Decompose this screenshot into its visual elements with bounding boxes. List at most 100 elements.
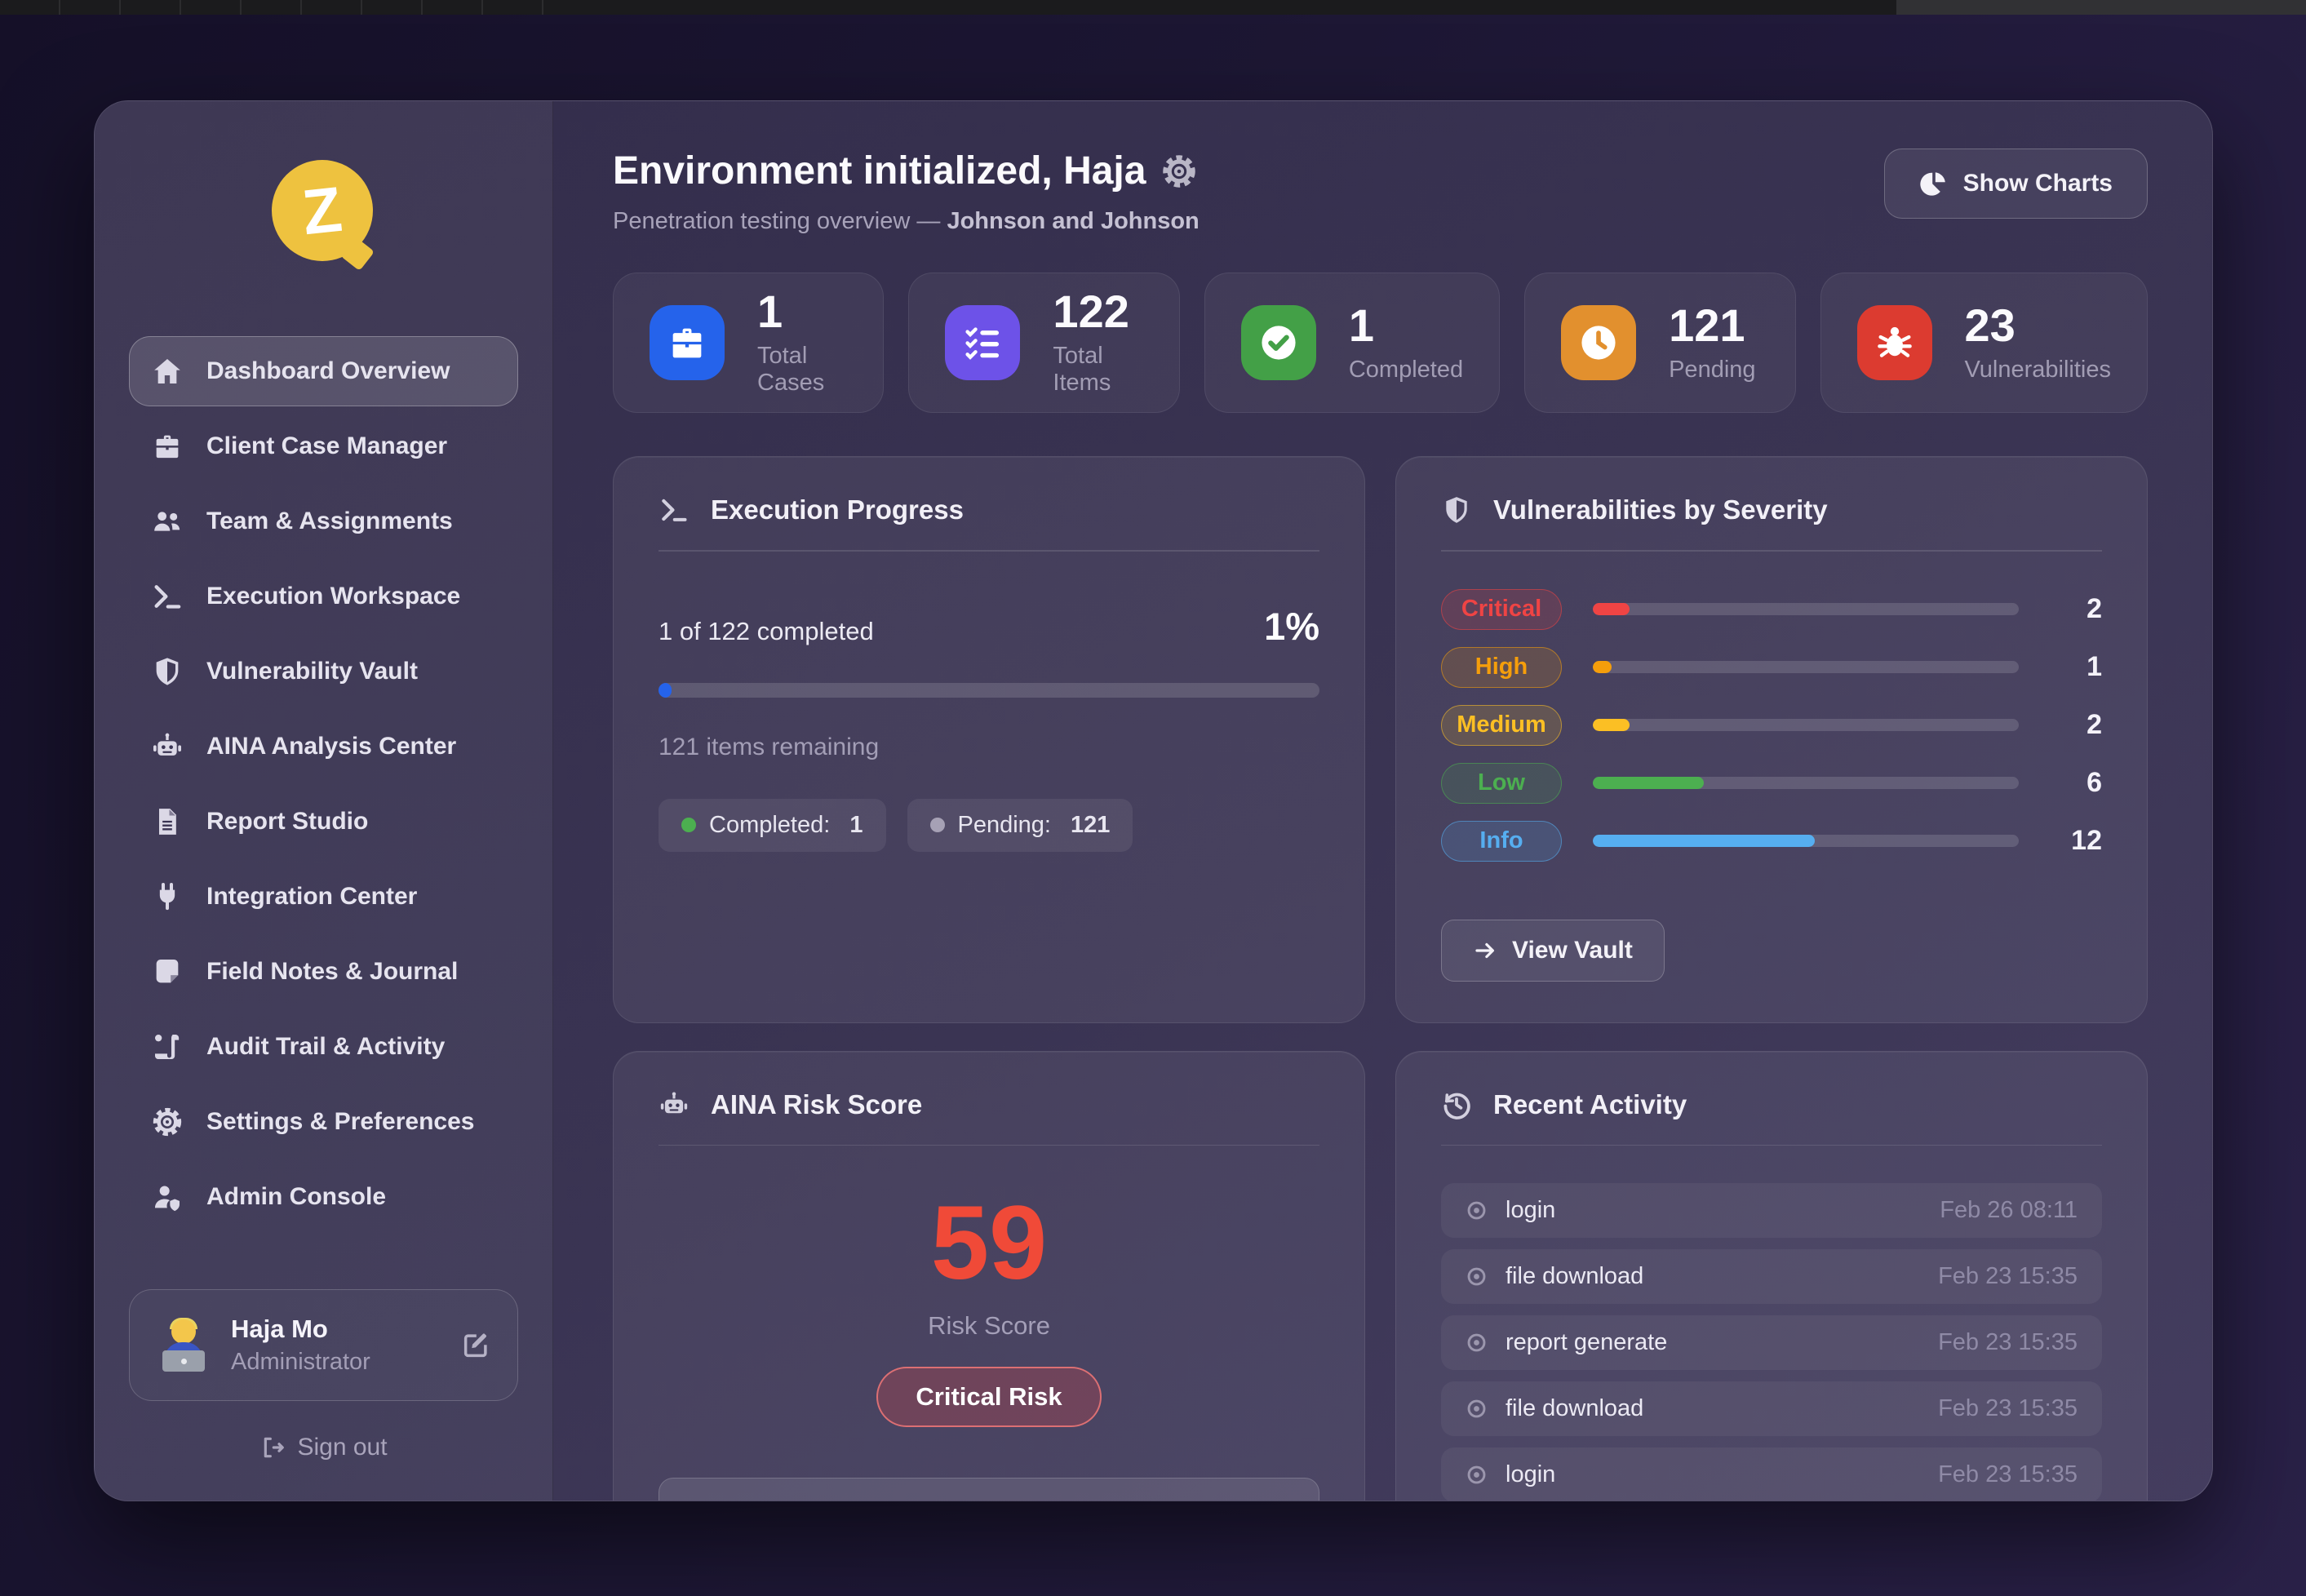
stat-value: 1 [1349, 303, 1463, 348]
severity-row: Low 6 [1441, 763, 2102, 804]
panel-title: AINA Risk Score [711, 1089, 922, 1120]
execution-progress-panel: Execution Progress 1 of 122 completed 1%… [613, 456, 1365, 1023]
sidebar-item-label: Admin Console [206, 1183, 386, 1211]
activity-row: report generate Feb 23 15:35 [1441, 1315, 2102, 1370]
severity-row: Info 12 [1441, 821, 2102, 862]
severity-row: Critical 2 [1441, 589, 2102, 630]
sidebar-item-audit-trail-activity[interactable]: Audit Trail & Activity [129, 1012, 518, 1082]
activity-row: login Feb 26 08:11 [1441, 1183, 2102, 1238]
stat-label: Pending [1669, 357, 1755, 383]
severity-rows: Critical 2 High 1 Medium 2 Low 6 Info 12 [1441, 589, 2102, 862]
page-title: Environment initialized, Haja [613, 149, 1200, 193]
user-info: Haja Mo Administrator [231, 1314, 370, 1376]
sidebar-item-settings-preferences[interactable]: Settings & Preferences [129, 1087, 518, 1157]
page-title-text: Environment initialized, Haja [613, 149, 1146, 193]
sidebar-item-vulnerability-vault[interactable]: Vulnerability Vault [129, 636, 518, 707]
shield-icon [1441, 494, 1472, 525]
show-charts-button[interactable]: Show Charts [1884, 149, 2148, 219]
panel-title: Recent Activity [1493, 1089, 1687, 1120]
severity-row: High 1 [1441, 647, 2102, 688]
sidebar-nav: Dashboard Overview Client Case Manager T… [129, 336, 518, 1232]
stat-label: Completed [1349, 357, 1463, 383]
stat-card: 1 Total Cases [613, 273, 884, 413]
activity-time: Feb 23 15:35 [1938, 1461, 2078, 1488]
check-tile [1241, 305, 1316, 380]
panel-header: Execution Progress [659, 494, 1319, 525]
user-avatar [156, 1318, 211, 1373]
stat-label: Total Cases [757, 343, 847, 397]
sidebar-item-report-studio[interactable]: Report Studio [129, 787, 518, 857]
panel-grid: Execution Progress 1 of 122 completed 1%… [613, 456, 2148, 1501]
progress-completed-text: 1 of 122 completed [659, 617, 874, 646]
app-window: Z Dashboard Overview Client Case Manager… [94, 100, 2213, 1501]
severity-bar [1593, 835, 2019, 847]
stat-card: 122 Total Items [908, 273, 1179, 413]
sidebar-item-label: Field Notes & Journal [206, 958, 458, 986]
chrome-ticks [0, 0, 577, 15]
divider [1441, 1145, 2102, 1146]
sidebar-item-aina-analysis-center[interactable]: AINA Analysis Center [129, 712, 518, 782]
edit-profile-icon[interactable] [460, 1330, 491, 1361]
history-icon [1441, 1089, 1472, 1120]
full-analysis-label: Full Analysis → [895, 1498, 1083, 1501]
sidebar-item-dashboard-overview[interactable]: Dashboard Overview [129, 336, 518, 406]
severity-count: 2 [2050, 593, 2102, 625]
sign-out-label: Sign out [297, 1434, 387, 1461]
risk-score-panel: AINA Risk Score 59 Risk Score Critical R… [613, 1051, 1365, 1502]
sidebar-item-execution-workspace[interactable]: Execution Workspace [129, 561, 518, 632]
severity-bar-fill [1593, 661, 1612, 673]
show-charts-label: Show Charts [1963, 170, 2113, 197]
status-dot [930, 818, 945, 832]
severity-label-pill: Critical [1441, 589, 1562, 630]
severity-label-pill: Info [1441, 821, 1562, 862]
sidebar-item-team-assignments[interactable]: Team & Assignments [129, 486, 518, 556]
sidebar-item-label: Integration Center [206, 883, 417, 911]
risk-score-label: Risk Score [659, 1311, 1319, 1341]
divider [659, 550, 1319, 552]
recent-activity-panel: Recent Activity login Feb 26 08:11 file … [1395, 1051, 2148, 1502]
sidebar-item-integration-center[interactable]: Integration Center [129, 862, 518, 932]
panel-title: Vulnerabilities by Severity [1493, 494, 1828, 525]
sidebar-item-client-case-manager[interactable]: Client Case Manager [129, 411, 518, 481]
stat-value: 122 [1053, 289, 1142, 335]
sidebar-item-admin-console[interactable]: Admin Console [129, 1162, 518, 1232]
progress-bar-fill [659, 683, 672, 698]
app-logo: Z [272, 160, 376, 264]
severity-bar-fill [1593, 719, 1630, 731]
activity-row: login Feb 23 15:35 [1441, 1447, 2102, 1501]
severity-panel: Vulnerabilities by Severity Critical 2 H… [1395, 456, 2148, 1023]
user-role: Administrator [231, 1349, 370, 1376]
severity-label-pill: Low [1441, 763, 1562, 804]
stat-card: 23 Vulnerabilities [1820, 273, 2148, 413]
bug-tile [1857, 305, 1932, 380]
severity-bar-fill [1593, 603, 1630, 615]
severity-bar [1593, 719, 2019, 731]
view-vault-label: View Vault [1512, 937, 1633, 964]
browser-chrome-bar [0, 0, 2306, 15]
stat-value: 1 [757, 289, 847, 335]
activity-ring-icon [1466, 1199, 1488, 1221]
terminal-icon [151, 580, 184, 613]
severity-label-pill: High [1441, 647, 1562, 688]
activity-row: file download Feb 23 15:35 [1441, 1381, 2102, 1436]
logo-letter: Z [299, 171, 345, 249]
full-analysis-button[interactable]: Full Analysis → [659, 1478, 1319, 1501]
activity-time: Feb 23 15:35 [1938, 1329, 2078, 1356]
main-content: Environment initialized, Haja Penetratio… [553, 101, 2212, 1501]
subtitle-prefix: Penetration testing overview — [613, 208, 947, 234]
terminal-icon [659, 494, 690, 525]
admin-icon [151, 1181, 184, 1213]
activity-ring-icon [1466, 1398, 1488, 1420]
header-titles: Environment initialized, Haja Penetratio… [613, 149, 1200, 235]
user-card[interactable]: Haja Mo Administrator [129, 1289, 518, 1401]
status-dot [681, 818, 696, 832]
sidebar-item-field-notes-journal[interactable]: Field Notes & Journal [129, 937, 518, 1007]
activity-time: Feb 23 15:35 [1938, 1263, 2078, 1290]
sidebar-item-label: Vulnerability Vault [206, 658, 418, 685]
activity-ring-icon [1466, 1332, 1488, 1354]
progress-bar [659, 683, 1319, 698]
sidebar-item-label: Audit Trail & Activity [206, 1033, 445, 1061]
view-vault-button[interactable]: View Vault [1441, 920, 1665, 982]
sign-out-button[interactable]: Sign out [129, 1434, 518, 1461]
logo-bubble: Z [272, 160, 373, 261]
